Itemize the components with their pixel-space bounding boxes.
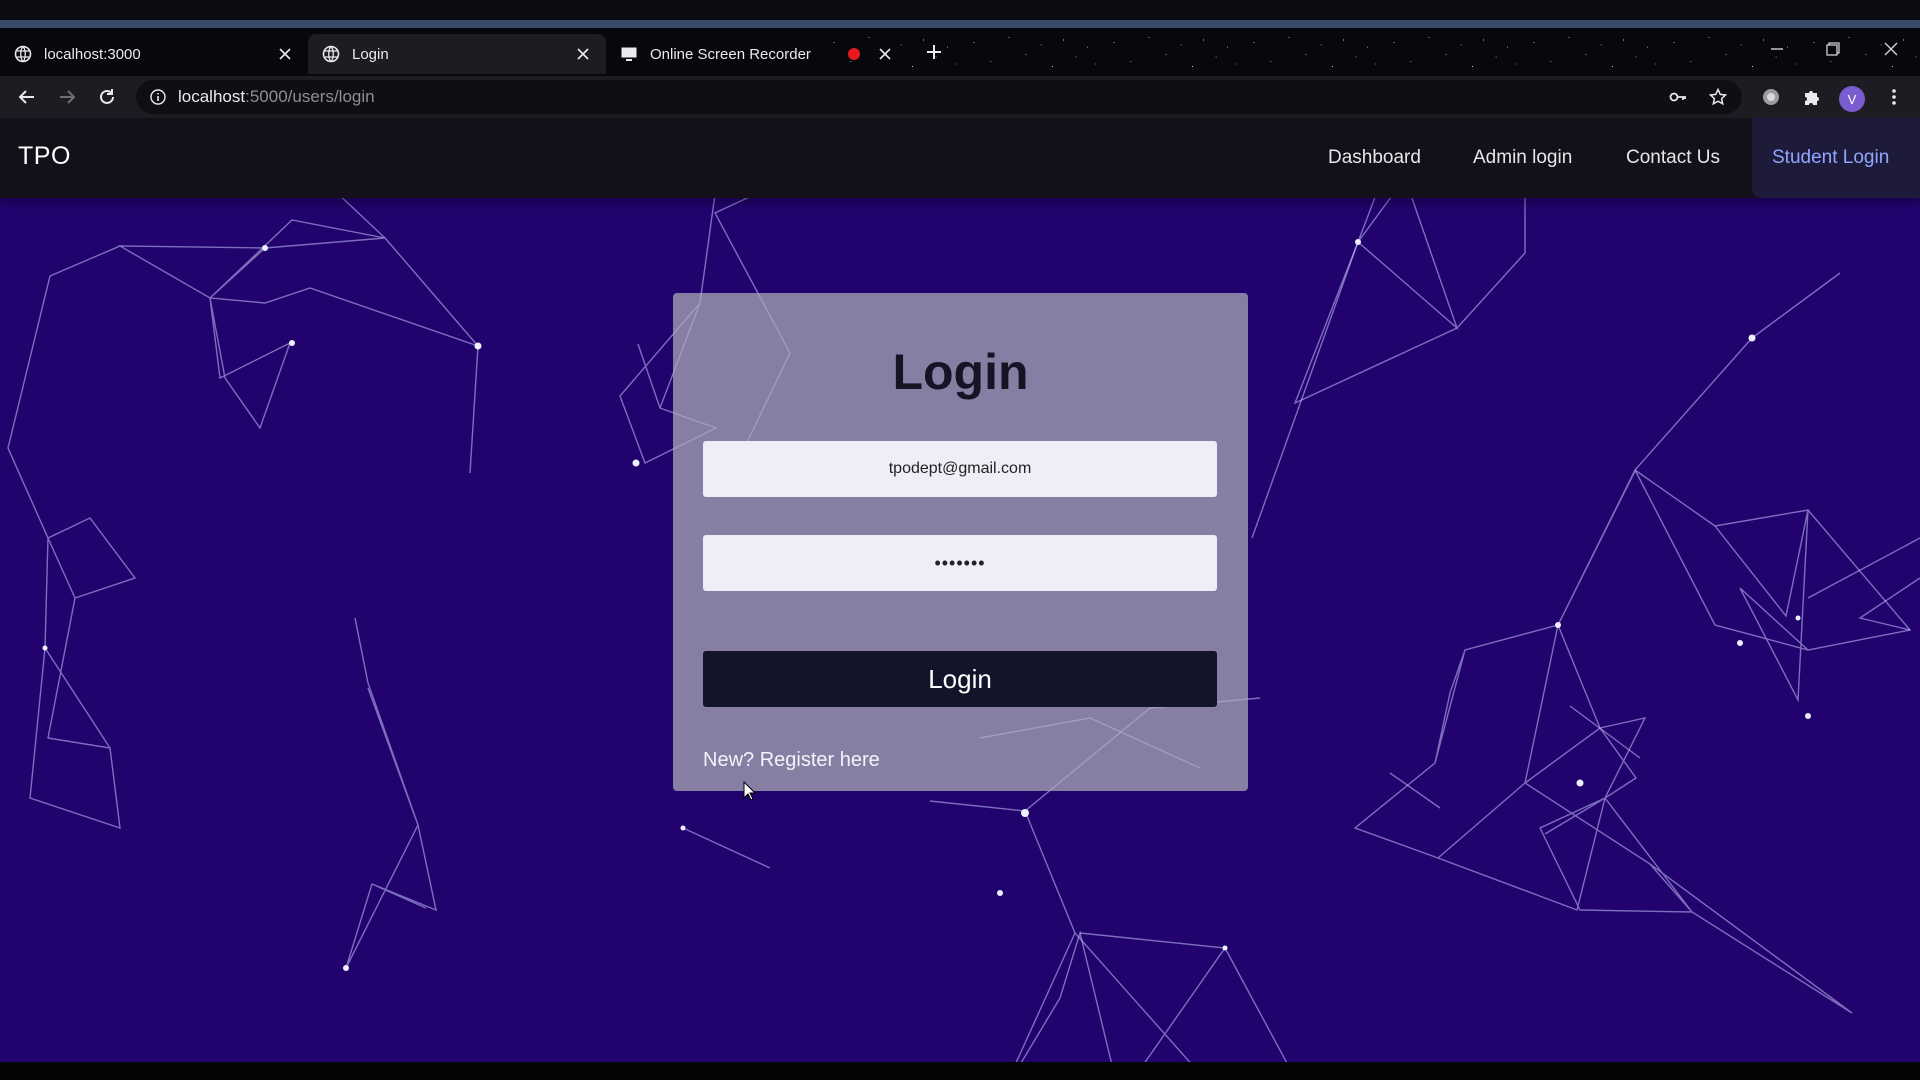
email-field[interactable]: tpodept@gmail.com	[703, 441, 1217, 497]
globe-icon	[14, 45, 32, 63]
nav-contact-us[interactable]: Contact Us	[1626, 147, 1720, 169]
back-icon[interactable]	[12, 82, 42, 112]
brand-logo[interactable]: TPO	[18, 142, 71, 171]
forward-icon[interactable]	[52, 82, 82, 112]
puzzle-icon[interactable]	[1800, 85, 1824, 109]
mouse-cursor-icon	[743, 780, 757, 806]
tab-title: Online Screen Recorder	[650, 45, 811, 63]
tab-localhost-3000[interactable]: localhost:3000	[0, 34, 308, 74]
monitor-icon	[620, 45, 638, 63]
login-card: Login tpodept@gmail.com ••••••• Login Ne…	[673, 293, 1248, 791]
star-icon[interactable]	[1706, 85, 1730, 109]
close-tab-icon[interactable]	[274, 43, 296, 65]
globe-icon	[322, 45, 340, 63]
reload-icon[interactable]	[92, 82, 122, 112]
browser-toolbar: localhost:5000/users/login V	[0, 76, 1920, 118]
info-icon[interactable]	[148, 87, 168, 107]
profile-initial: V	[1847, 91, 1857, 107]
key-icon[interactable]	[1666, 85, 1690, 109]
restore-icon[interactable]	[1818, 34, 1848, 64]
address-bar[interactable]: localhost:5000/users/login	[136, 80, 1742, 114]
new-tab-plus-icon[interactable]	[920, 38, 948, 66]
close-tab-icon[interactable]	[874, 43, 896, 65]
close-window-icon[interactable]	[1876, 34, 1906, 64]
nav-admin-login[interactable]: Admin login	[1473, 147, 1572, 169]
starfield-theme	[820, 28, 1920, 76]
app-navbar: TPO Dashboard Admin login Contact Us Stu…	[0, 118, 1920, 198]
window-top-strip	[0, 0, 1920, 28]
browser-tab-strip: localhost:3000 Login Online Screen Recor…	[0, 28, 1920, 76]
page-viewport: TPO Dashboard Admin login Contact Us Stu…	[0, 118, 1920, 1062]
profile-avatar[interactable]: V	[1839, 86, 1865, 112]
close-tab-icon[interactable]	[572, 43, 594, 65]
login-title: Login	[892, 344, 1029, 400]
nav-student-login[interactable]: Student Login	[1772, 147, 1889, 169]
password-field[interactable]: •••••••	[703, 535, 1217, 591]
tab-title: Login	[352, 45, 389, 63]
url-text: localhost:5000/users/login	[178, 87, 375, 107]
url-path: :5000/users/login	[245, 87, 375, 106]
menu-icon[interactable]	[1882, 85, 1906, 109]
window-bottom-strip	[0, 1062, 1920, 1080]
minimize-icon[interactable]	[1762, 34, 1792, 64]
recording-indicator-icon	[848, 48, 860, 60]
url-host: localhost	[178, 87, 246, 106]
extension-icon[interactable]	[1759, 85, 1783, 109]
tab-online-screen-recorder[interactable]: Online Screen Recorder	[606, 34, 908, 74]
nav-dashboard[interactable]: Dashboard	[1328, 147, 1421, 169]
tab-title: localhost:3000	[44, 45, 141, 63]
tab-login[interactable]: Login	[308, 34, 606, 74]
login-button[interactable]: Login	[703, 651, 1217, 707]
register-link[interactable]: New? Register here	[703, 749, 880, 772]
